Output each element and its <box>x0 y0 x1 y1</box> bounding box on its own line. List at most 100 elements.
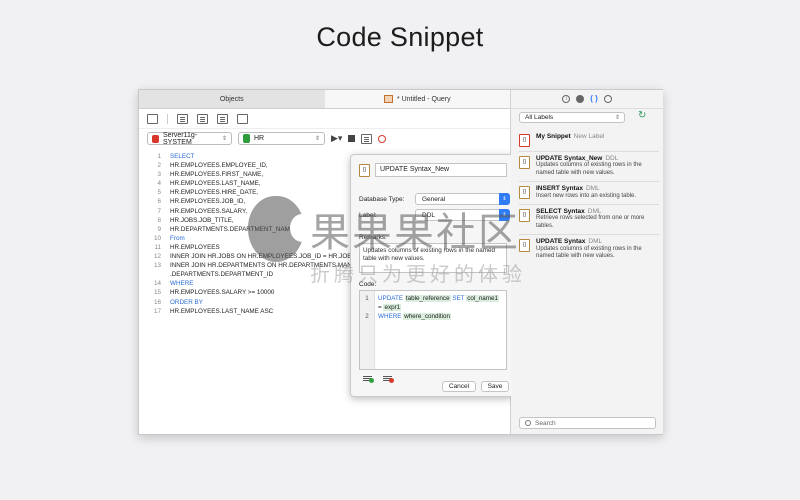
code-line: HR.EMPLOYEES.HIRE_DATE, <box>170 189 259 197</box>
operator: = <box>378 304 382 311</box>
schema-value: HR <box>254 135 265 142</box>
editor-toolbar <box>139 109 510 129</box>
code-line: ORDER BY <box>170 298 203 306</box>
code-line: INNER JOIN HR.JOBS ON HR.EMPLOYEES.JOB_I… <box>170 253 370 261</box>
explain-icon[interactable] <box>361 133 373 144</box>
line-number: 7 <box>157 207 161 215</box>
chevron-updown-icon: ⇕ <box>221 136 227 142</box>
format-icon[interactable] <box>197 113 208 124</box>
snippet-tag: DML <box>588 238 603 246</box>
tab-objects-label: Objects <box>219 95 244 103</box>
line-number: 14 <box>153 280 161 288</box>
database-type-select[interactable]: General ⇕ <box>415 193 510 205</box>
server-icon <box>152 134 159 143</box>
tab-untitled-query[interactable]: * Untitled - Query <box>324 90 510 108</box>
search-field[interactable]: Search <box>519 417 656 429</box>
connection-select[interactable]: Server11g-SYSTEM ⇕ <box>147 131 232 146</box>
timer-icon[interactable] <box>378 134 387 143</box>
stop-icon[interactable] <box>348 135 356 142</box>
placeholder-token[interactable]: expr1 <box>383 304 402 311</box>
snippet-item[interactable]: {} UPDATE Syntax_New DDL Updates columns … <box>519 152 659 183</box>
snippet-title-text: UPDATE Syntax <box>536 238 586 246</box>
snippet-code-editor[interactable]: 1 2 UPDATE table_reference SET col_name1… <box>359 290 507 370</box>
placeholder-token[interactable]: where_condition <box>403 313 452 320</box>
code-line: HR.EMPLOYEES.EMPLOYEE_ID, <box>170 162 268 170</box>
remarks-textarea[interactable]: Updates columns of existing rows in the … <box>359 243 507 273</box>
save-icon[interactable] <box>147 113 158 124</box>
line-number: 2 <box>157 162 161 170</box>
database-type-row: Database Type: General ⇕ <box>359 193 510 205</box>
tab-objects[interactable]: Objects <box>139 90 325 108</box>
code-line: HR.EMPLOYEES.SALARY >= 10000 <box>170 289 275 297</box>
sql-keyword: WHERE <box>378 313 402 320</box>
line-number: 4 <box>157 180 161 188</box>
label-row: Label: DDL ⇕ <box>359 209 510 221</box>
code-line: WHERE <box>170 280 194 288</box>
code-line: HR.EMPLOYEES <box>170 243 220 251</box>
line-number: 6 <box>157 198 161 206</box>
sql-keyword: SET <box>452 295 465 302</box>
label-select[interactable]: DDL ⇕ <box>415 209 510 221</box>
save-button[interactable]: Save <box>481 381 509 392</box>
line-number: 1 <box>365 295 369 302</box>
line-number: 16 <box>153 298 161 306</box>
grid-icon[interactable] <box>237 113 248 124</box>
info-icon[interactable]: i <box>562 95 571 103</box>
database-type-value: General <box>422 195 446 203</box>
snippet-code: UPDATE table_reference SET col_name1 = e… <box>378 294 500 321</box>
placeholder-token[interactable]: table_reference <box>404 295 451 302</box>
chevron-updown-icon: ⇕ <box>499 209 510 221</box>
query-icon <box>383 95 393 103</box>
snippet-title: INSERT Syntax DML <box>536 185 636 192</box>
connection-value: Server11g-SYSTEM <box>163 131 198 146</box>
line-number: 1 <box>157 153 161 160</box>
placeholder-token[interactable]: col_name1 <box>466 295 500 302</box>
tab-query-label: * Untitled - Query <box>396 95 451 103</box>
label-value: DDL <box>422 211 436 219</box>
line-number: 8 <box>157 216 161 224</box>
snippet-title: UPDATE Syntax DML <box>536 238 659 245</box>
snippet-title: My Snippet New Label <box>536 133 604 140</box>
document-menu-icon[interactable] <box>217 113 228 124</box>
snippet-item[interactable]: {} UPDATE Syntax DML Updates columns of e… <box>519 235 659 264</box>
snippet-tag: DML <box>585 185 600 193</box>
remove-placeholder-icon[interactable] <box>383 375 394 383</box>
app-window: Objects * Untitled - Query Server11g-SYS… <box>138 89 663 435</box>
sidebar-tabs: i ( ) <box>511 90 663 109</box>
copy-icon[interactable] <box>177 113 188 124</box>
code-line: INNER JOIN HR.DEPARTMENTS ON HR.DEPARTME… <box>170 262 370 270</box>
snippet-tag: New Label <box>573 133 605 140</box>
line-number: 10 <box>153 234 161 242</box>
snippet-title-text: SELECT Syntax <box>536 208 585 216</box>
gear-icon[interactable] <box>603 95 612 103</box>
line-number: 5 <box>157 189 161 197</box>
line-number: 11 <box>154 243 161 251</box>
code-snippet-icon[interactable]: ( ) <box>590 95 598 103</box>
snippet-title-text: My Snippet <box>536 133 571 140</box>
refresh-icon[interactable]: ↻ <box>638 110 646 121</box>
placeholder-tools <box>363 375 394 383</box>
run-icon[interactable]: ▶▾ <box>331 133 342 144</box>
snippet-name-input[interactable]: UPDATE Syntax_New <box>375 163 507 177</box>
snippet-title-text: UPDATE Syntax_New <box>536 155 603 162</box>
label-label: Label: <box>359 211 377 219</box>
object-icon[interactable] <box>576 95 585 103</box>
snippet-title-text: INSERT Syntax <box>536 185 583 193</box>
connection-toolbar: Server11g-SYSTEM ⇕ HR ⇕ ▶▾ <box>139 129 510 148</box>
cancel-button[interactable]: Cancel <box>442 381 476 392</box>
snippet-item[interactable]: {} INSERT Syntax DML Insert new rows into… <box>519 182 659 206</box>
chevron-updown-icon: ⇕ <box>314 136 320 142</box>
snippet-item[interactable]: {} SELECT Syntax DML Retrieve rows select… <box>519 205 659 236</box>
add-placeholder-icon[interactable] <box>363 375 374 383</box>
label-filter-select[interactable]: All Labels ⇕ <box>519 112 625 123</box>
schema-select[interactable]: HR ⇕ <box>238 132 325 145</box>
snippet-icon: {} <box>519 134 530 147</box>
code-line: HR.EMPLOYEES.FIRST_NAME, <box>170 171 264 179</box>
chevron-updown-icon: ⇕ <box>614 115 620 121</box>
line-number: 12 <box>153 253 161 261</box>
snippet-item-text: UPDATE Syntax DML Updates columns of exis… <box>536 238 659 260</box>
snippet-item[interactable]: {} My Snippet New Label <box>519 130 659 152</box>
database-icon <box>243 134 250 143</box>
snippet-description: Updates columns of existing rows in the … <box>536 162 642 176</box>
chevron-updown-icon: ⇕ <box>499 193 510 205</box>
